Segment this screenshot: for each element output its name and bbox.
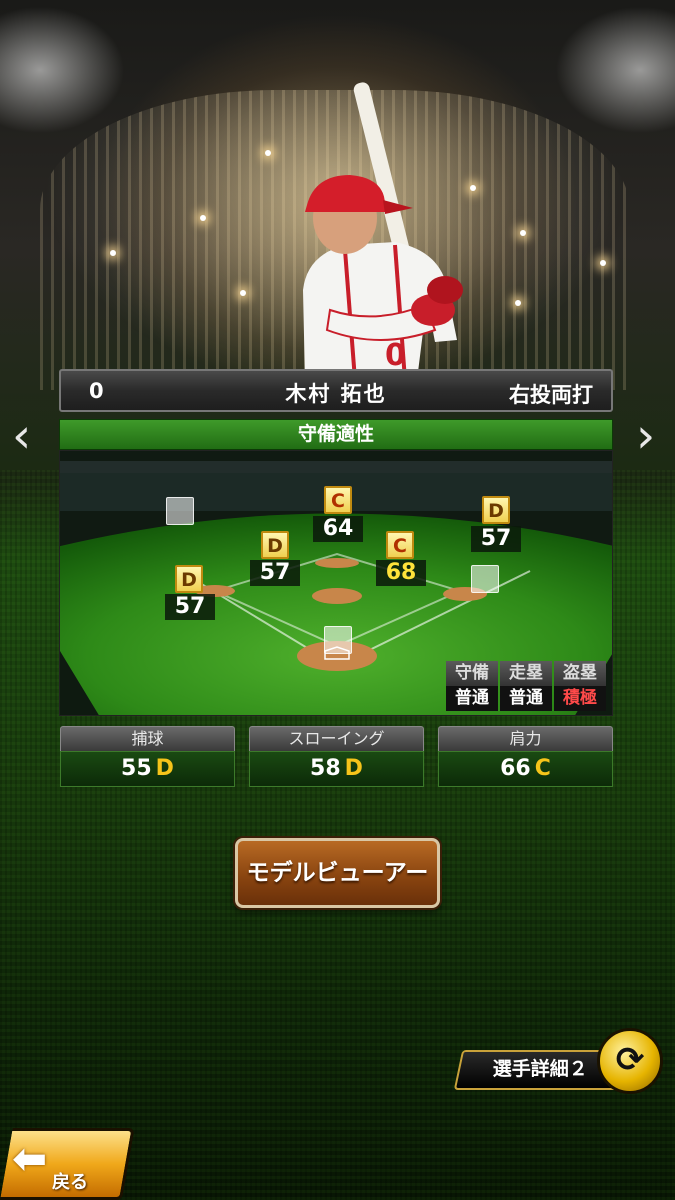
second-value: 68 bbox=[376, 560, 426, 586]
sparkle bbox=[515, 300, 521, 306]
back-arrow-icon[interactable]: ⬅ bbox=[12, 1134, 47, 1183]
catching-value: 55 bbox=[121, 756, 152, 781]
running-table: 守備 走塁 盗塁 普通 普通 積極 bbox=[444, 661, 606, 711]
player-image: 0 bbox=[303, 82, 463, 380]
third-value: 57 bbox=[165, 594, 215, 620]
first-empty bbox=[471, 565, 499, 593]
center-value: 64 bbox=[313, 516, 363, 542]
sparkle bbox=[110, 250, 116, 256]
back-label[interactable]: 戻る bbox=[52, 1168, 88, 1194]
throwing-grade: D bbox=[344, 756, 363, 781]
steal-value: 積極 bbox=[554, 686, 606, 711]
defense-header: 守備 bbox=[446, 661, 498, 686]
catching-stat: 捕球 55 D bbox=[60, 726, 235, 787]
second-grade: C bbox=[386, 531, 414, 559]
arm-label: 肩力 bbox=[438, 726, 613, 751]
center-grade: C bbox=[324, 486, 352, 514]
right-value: 57 bbox=[471, 526, 521, 552]
throwing-label: スローイング bbox=[249, 726, 424, 751]
cycle-arrows-icon[interactable]: ⟳ bbox=[597, 1028, 663, 1094]
catcher-empty bbox=[324, 626, 352, 654]
throwing-stat: スローイング 58 D bbox=[249, 726, 424, 787]
catching-label: 捕球 bbox=[60, 726, 235, 751]
model-viewer-button[interactable]: モデルビューアー bbox=[235, 838, 440, 908]
player-name-bar: 0 木村 拓也 右投両打 bbox=[59, 369, 613, 412]
defense-field: C 64 D 57 D 57 C 68 D 57 守備 走塁 盗塁 普通 普通 … bbox=[59, 450, 613, 716]
handedness: 右投両打 bbox=[509, 383, 593, 407]
catching-grade: D bbox=[155, 756, 174, 781]
sparkle bbox=[520, 230, 526, 236]
shortstop-grade: D bbox=[261, 531, 289, 559]
defense-panel-title: 守備適性 bbox=[59, 419, 613, 450]
prev-player-icon[interactable]: ‹ bbox=[12, 412, 31, 460]
steal-header: 盗塁 bbox=[554, 661, 606, 686]
third-grade: D bbox=[175, 565, 203, 593]
sparkle bbox=[265, 150, 271, 156]
sparkle bbox=[600, 260, 606, 266]
sparkle bbox=[240, 290, 246, 296]
baserunning-header: 走塁 bbox=[500, 661, 552, 686]
arm-grade: C bbox=[534, 756, 551, 781]
arm-stat: 肩力 66 C bbox=[438, 726, 613, 787]
svg-text:0: 0 bbox=[385, 338, 406, 373]
left-empty bbox=[166, 497, 194, 525]
right-grade: D bbox=[482, 496, 510, 524]
next-player-icon[interactable]: › bbox=[636, 412, 655, 460]
sparkle bbox=[200, 215, 206, 221]
defense-value: 普通 bbox=[446, 686, 498, 711]
arm-value: 66 bbox=[500, 756, 531, 781]
shortstop-value: 57 bbox=[250, 560, 300, 586]
throwing-value: 58 bbox=[310, 756, 341, 781]
baserunning-value: 普通 bbox=[500, 686, 552, 711]
